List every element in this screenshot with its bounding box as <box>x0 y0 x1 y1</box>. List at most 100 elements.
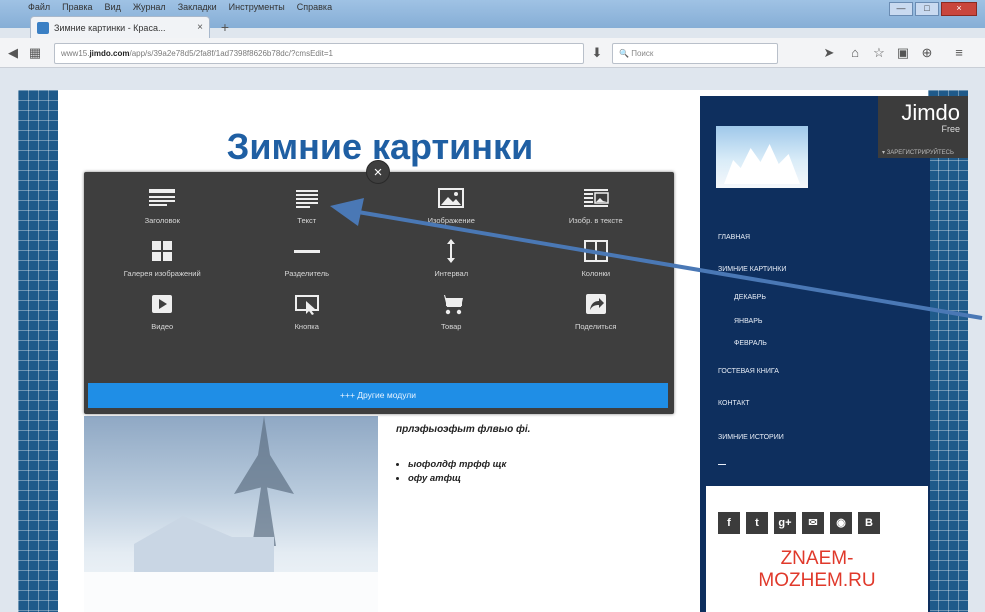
twitter-icon[interactable]: t <box>746 512 768 534</box>
menu-view[interactable]: Вид <box>105 2 121 12</box>
jimdo-signup[interactable]: ▾ ЗАРЕГИСТРИРУЙТЕСЬ <box>882 149 954 156</box>
sidebar-item-february[interactable]: Февраль <box>734 340 767 347</box>
tab-close-icon[interactable]: × <box>197 22 203 33</box>
sidebar-item-guestbook[interactable]: Гостевая книга <box>718 368 779 375</box>
menu-hamburger-icon[interactable]: ≡ <box>950 44 968 62</box>
gallery-icon <box>152 241 173 261</box>
watermark-line1: ZNAEM- <box>780 548 854 569</box>
list-item: ыофолдф трфф щк <box>408 458 506 472</box>
module-label: Поделиться <box>575 322 617 331</box>
menu-file[interactable]: Файл <box>28 2 50 12</box>
watermark-line2: MOZHEM.RU <box>758 570 876 591</box>
module-product[interactable]: Товар <box>379 292 524 331</box>
sidebar-thumbnail <box>716 126 808 188</box>
email-icon[interactable]: ✉ <box>802 512 824 534</box>
module-heading[interactable]: Заголовок <box>90 186 235 225</box>
sync-icon[interactable]: ⊕ <box>918 44 936 62</box>
module-spacing[interactable]: Интервал <box>379 239 524 278</box>
menu-bookmarks[interactable]: Закладки <box>178 2 217 12</box>
sidebar-item-contact[interactable]: Контакт <box>718 400 750 407</box>
sidebar-divider <box>718 464 726 465</box>
columns-icon <box>583 240 608 262</box>
module-label: Кнопка <box>294 322 319 331</box>
url-bar[interactable]: www15.jimdo.com/app/s/39a2e78d5/2fa8f/1a… <box>54 43 584 64</box>
tile-border-left <box>18 90 58 612</box>
sidebar-item-home[interactable]: Главная <box>718 234 750 241</box>
module-gallery[interactable]: Галерея изображений <box>90 239 235 278</box>
search-input[interactable]: 🔍 Поиск <box>612 43 778 64</box>
new-tab-button[interactable]: + <box>216 19 234 35</box>
bullet-list[interactable]: ыофолдф трфф щк офу атфщ <box>396 458 506 486</box>
maximize-button[interactable]: □ <box>915 2 939 16</box>
sidebar-item-winter-stories[interactable]: Зимние истории <box>718 434 784 441</box>
minimize-button[interactable]: — <box>889 2 913 16</box>
more-modules-button[interactable]: +++ Другие модули <box>88 383 668 408</box>
back-icon[interactable]: ◀ <box>4 44 22 62</box>
module-divider[interactable]: Разделитель <box>235 239 380 278</box>
share-icon <box>585 294 606 314</box>
module-label: Товар <box>441 322 462 331</box>
tab-title: Зимние картинки - Краса... <box>54 22 166 33</box>
list-item: офу атфщ <box>408 472 506 486</box>
sidebar-item-winter-pictures[interactable]: Зимние картинки <box>718 266 786 273</box>
module-label: Интервал <box>434 269 469 278</box>
jimdo-free-label: Free <box>941 124 960 134</box>
home-icon[interactable]: ⌂ <box>846 44 864 62</box>
url-path: /app/s/39a2e78d5/2fa8f/1ad7398f8626b78dc… <box>129 49 333 58</box>
module-label: Разделитель <box>284 269 330 278</box>
sidebar-item-december[interactable]: Декабрь <box>734 294 766 301</box>
spacing-icon <box>447 239 456 263</box>
favicon-icon <box>37 21 49 34</box>
browser-tab[interactable]: Зимние картинки - Краса... × <box>30 16 210 38</box>
camera-icon[interactable]: ◉ <box>830 512 852 534</box>
module-image-text[interactable]: Изобр. в тексте <box>524 186 669 225</box>
text-icon <box>295 190 318 208</box>
module-label: Текст <box>297 216 317 225</box>
image-text-icon <box>583 189 609 207</box>
module-image[interactable]: Изображение <box>379 186 524 225</box>
site-info-icon[interactable]: ▦ <box>26 44 44 62</box>
module-grid: Заголовок Текст Изображение Изобр. в тек… <box>90 186 668 331</box>
menu-edit[interactable]: Правка <box>62 2 92 12</box>
jimdo-badge[interactable]: Jimdo Free ▾ ЗАРЕГИСТРИРУЙТЕСЬ <box>878 96 968 158</box>
facebook-icon[interactable]: f <box>718 512 740 534</box>
jimdo-logo: Jimdo <box>901 100 960 125</box>
heading-icon <box>149 189 176 206</box>
url-prefix: www15. <box>61 49 90 58</box>
window-close-button[interactable]: × <box>941 2 977 16</box>
module-share[interactable]: Поделиться <box>524 292 669 331</box>
module-text[interactable]: Текст <box>235 186 380 225</box>
social-icons: f t g+ ✉ ◉ B <box>718 512 880 534</box>
module-label: Изобр. в тексте <box>568 216 623 225</box>
tile-border-right <box>928 90 968 612</box>
download-icon[interactable]: ⬇ <box>588 44 606 62</box>
video-icon <box>152 295 173 313</box>
module-label: Колонки <box>581 269 611 278</box>
module-button[interactable]: Кнопка <box>235 292 380 331</box>
library-icon[interactable]: ▣ <box>894 44 912 62</box>
module-label: Изображение <box>427 216 475 225</box>
bookmark-star-icon[interactable]: ☆ <box>870 44 888 62</box>
module-label: Галерея изображений <box>123 269 201 278</box>
divider-icon <box>293 250 320 253</box>
menu-tools[interactable]: Инструменты <box>229 2 285 12</box>
button-icon <box>294 295 319 315</box>
module-columns[interactable]: Колонки <box>524 239 669 278</box>
menu-help[interactable]: Справка <box>297 2 332 12</box>
menu-bar: Файл Правка Вид Журнал Закладки Инструме… <box>28 0 332 14</box>
module-video[interactable]: Видео <box>90 292 235 331</box>
search-placeholder: Поиск <box>631 49 654 58</box>
winter-house-image[interactable] <box>84 416 378 612</box>
google-plus-icon[interactable]: g+ <box>774 512 796 534</box>
blogger-icon[interactable]: B <box>858 512 880 534</box>
send-icon[interactable]: ➤ <box>820 44 838 62</box>
cart-icon <box>439 295 464 315</box>
sidebar-item-january[interactable]: Январь <box>734 318 762 325</box>
intro-paragraph[interactable]: прлэфыоэфыт флвыо фі. <box>396 424 530 435</box>
close-panel-button[interactable]: × <box>366 160 390 184</box>
url-host: jimdo.com <box>89 49 130 58</box>
watermark-logo: ZNAEM- MOZHEM.RU <box>706 548 928 592</box>
menu-history[interactable]: Журнал <box>133 2 166 12</box>
module-label: Заголовок <box>144 216 180 225</box>
image-icon <box>438 188 465 208</box>
